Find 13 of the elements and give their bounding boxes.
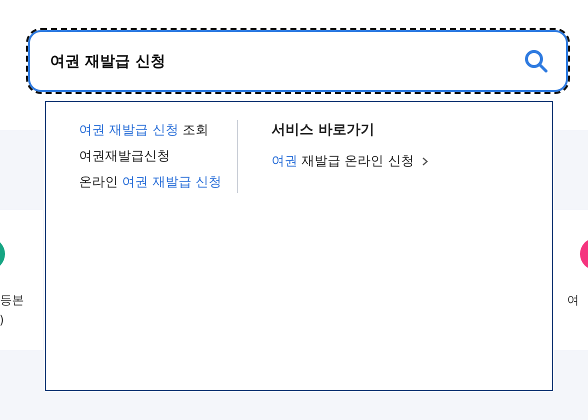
service-label: 등본 <box>0 292 24 309</box>
suggestion-item[interactable]: 온라인 여권 재발급 신청 <box>79 172 222 193</box>
shortcut-link[interactable]: 여권 재발급 온라인 신청 <box>271 152 428 172</box>
service-card[interactable]: 여 <box>553 210 588 350</box>
service-label: 여 <box>567 292 579 309</box>
shortcuts-heading: 서비스 바로가기 <box>271 121 376 140</box>
chevron-right-icon <box>422 157 428 166</box>
service-label: ) <box>0 312 4 329</box>
service-card[interactable]: 등본 ) <box>0 210 43 350</box>
search-field[interactable]: 여권 재발급 신청 <box>28 30 568 92</box>
suggestion-item[interactable]: 여권 재발급 신청 조회 <box>79 120 222 141</box>
suggestion-item[interactable]: 여권재발급신청 <box>79 146 222 167</box>
search-icon[interactable] <box>524 49 548 73</box>
